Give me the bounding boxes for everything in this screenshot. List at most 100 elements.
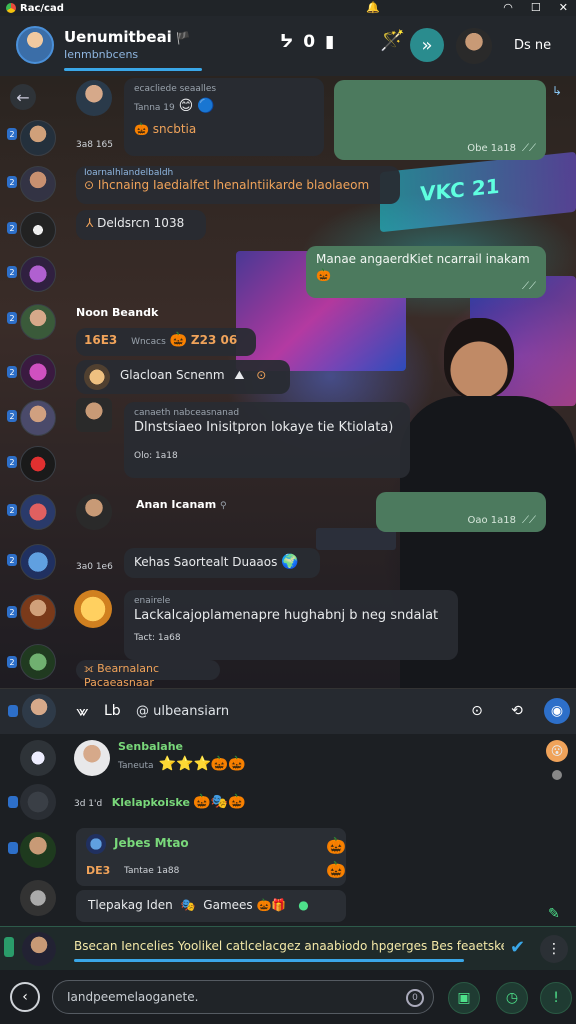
user-avatar[interactable] [22, 694, 56, 728]
rail-badge: 2 [7, 222, 17, 234]
member-avatar[interactable] [20, 446, 56, 482]
live-badge [4, 937, 14, 957]
sticker-icon[interactable]: 🪄 [380, 28, 405, 52]
conversation-avatar[interactable] [74, 740, 110, 776]
member-avatar[interactable] [20, 494, 56, 530]
rail-badge: 2 [7, 656, 17, 668]
now-playing-text: Bsecan Iencelies Yoolikel catlcelacgez a… [74, 939, 504, 953]
rail-badge: 2 [7, 606, 17, 618]
message-bubble[interactable]: Kehas Saortealt Duaaos 🌍 [124, 548, 320, 578]
member-avatar[interactable] [20, 256, 56, 292]
message-input[interactable] [52, 980, 434, 1014]
status-dot-icon [552, 770, 562, 780]
message-bubble[interactable]: ⟗ Bearnalanc Pacaeasnaar [76, 660, 220, 688]
chat-title[interactable]: Uenumitbeai 🏴 [64, 28, 191, 46]
chat-header: Uenumitbeai 🏴 Ienmbnbcens ᔭ 0 ▮ 🪄 » Ds ne [0, 16, 576, 76]
search-query[interactable]: @ ulbeansiarn [136, 704, 229, 719]
member-avatar[interactable] [20, 120, 56, 156]
maximize-icon[interactable]: ☐ [531, 1, 541, 14]
reaction-icon[interactable]: 😮 [546, 740, 568, 762]
conversation-list[interactable]: Senbalahe Taneuta ⭐⭐⭐🎃🎃 😮 3d 1'd Klelapk… [0, 734, 576, 926]
more-icon[interactable]: ⋮ [540, 935, 568, 963]
member-avatar[interactable] [20, 166, 56, 202]
close-icon[interactable]: ✕ [559, 1, 568, 14]
done-button[interactable]: Ds ne [514, 38, 551, 53]
check-icon[interactable]: ✔ [510, 937, 525, 958]
message-composer: ‹ 0 ▣ ◷ ! [0, 970, 576, 1024]
conversation-card[interactable]: Tlepakag Iden 🎭 Gamees 🎃🎁 ● [76, 890, 346, 922]
command-icon[interactable]: ⩖ [76, 701, 89, 721]
message-avatar[interactable] [74, 590, 112, 628]
member-rail: ← 2 2 2 2 2 2 2 2 2 2 2 2 [0, 76, 64, 688]
message-thumbnail [84, 364, 110, 390]
search-bar: ⩖ Lb @ ulbeansiarn ⊙ ⟲ ◉ [0, 688, 576, 734]
reaction-icon[interactable]: ↳ [552, 84, 562, 98]
message-bubble[interactable]: enairele Lackalcajoplamenapre hughabnj b… [124, 590, 458, 660]
emoji-icon[interactable]: 0 [406, 989, 424, 1007]
member-avatar[interactable] [20, 644, 56, 680]
video-call-icon[interactable]: 0 [303, 32, 315, 52]
member-avatar[interactable] [20, 304, 56, 340]
rail-badge: 2 [7, 504, 17, 516]
message-avatar[interactable] [76, 494, 112, 530]
record-icon[interactable]: ⊙ [466, 700, 488, 722]
message-bubble[interactable]: ⅄ Deldsrcn 1038 [76, 210, 206, 240]
message-bubble[interactable]: canaeth nabceasnanad Dlnstsiaeo Inisitpr… [124, 402, 410, 478]
conversation-item[interactable]: Senbalahe Taneuta ⭐⭐⭐🎃🎃 [118, 740, 246, 772]
rail-badge: 2 [7, 456, 17, 468]
rail-badge: 2 [7, 176, 17, 188]
rail-badge [8, 705, 18, 717]
rail-badge: 2 [7, 128, 17, 140]
send-button[interactable]: ! [540, 982, 572, 1014]
account-icon[interactable]: ◉ [544, 698, 570, 724]
now-playing-avatar[interactable] [22, 932, 56, 966]
member-avatar[interactable] [20, 544, 56, 580]
read-receipt-icon: ⟋⟋ [522, 281, 536, 292]
message-bubble-outgoing[interactable]: Oao 1a18 ⟋⟋ [376, 492, 546, 532]
next-button[interactable]: » [410, 28, 444, 62]
media-button[interactable]: ▣ [448, 982, 480, 1014]
message-bubble[interactable]: Glacloan Scnenm ⛰ ⊙ [76, 360, 290, 394]
message-bubble-outgoing[interactable]: Manae angaerdKiet ncarrail inakam 🎃 ⟋⟋ [306, 246, 546, 298]
conversation-avatar[interactable] [20, 784, 56, 820]
voice-call-icon[interactable]: ᔭ [280, 32, 293, 52]
message-bubble[interactable]: 16E3 Wncacs 🎃 Z23 06 [76, 328, 256, 356]
edit-icon[interactable]: ✎ [548, 906, 560, 922]
message-list[interactable]: VKC 21 ← 2 2 2 2 2 2 2 2 2 2 2 2 ecaclie… [0, 76, 576, 688]
progress-bar[interactable] [74, 959, 464, 962]
member-avatar[interactable] [20, 594, 56, 630]
sender-name: Noon Beandk [76, 306, 159, 319]
back-arrow-icon[interactable]: ← [10, 84, 36, 110]
message-time: 3a8 165 [76, 140, 114, 150]
rail-badge: 2 [7, 410, 17, 422]
rail-badge [8, 842, 18, 854]
conversation-card[interactable]: Jebes Mtao DE3 Tantae 1a88 🎃 🎃 [76, 828, 346, 886]
back-icon[interactable]: ‹ [10, 982, 40, 1012]
message-bubble-outgoing[interactable]: Obe 1a18 ⟋⟋ [334, 80, 546, 160]
read-receipt-icon: ⟋⟋ [522, 143, 536, 154]
message-bubble[interactable]: ecacliede seaalles Tanna 19 😊 🔵 🎃 sncbti… [124, 78, 324, 156]
group-avatar[interactable] [16, 26, 54, 64]
message-avatar[interactable] [76, 398, 112, 432]
timer-button[interactable]: ◷ [496, 982, 528, 1014]
now-playing-bar[interactable]: Bsecan Iencelies Yoolikel catlcelacgez a… [0, 926, 576, 970]
member-avatar[interactable] [20, 212, 56, 248]
rail-badge: 2 [7, 554, 17, 566]
message-bubble[interactable]: Ioarnalhlandelbaldh ⊙ Ihcnaing Iaedialfe… [76, 166, 400, 204]
notification-icon: 🔔 [366, 1, 380, 14]
refresh-icon[interactable]: ⟲ [506, 700, 528, 722]
menu-icon[interactable]: ▮ [325, 32, 334, 52]
profile-avatar[interactable] [456, 28, 492, 64]
conversation-item[interactable]: 3d 1'd Klelapkoiske 🎃🎭🎃 [74, 794, 246, 810]
globe-icon: 🌍 [281, 554, 299, 570]
active-tab-indicator [64, 68, 202, 71]
conversation-avatar[interactable] [20, 740, 56, 776]
message-avatar[interactable] [76, 80, 112, 116]
member-avatar[interactable] [20, 400, 56, 436]
conversation-avatar[interactable] [20, 832, 56, 868]
rail-badge: 2 [7, 312, 17, 324]
read-receipt-icon: ⟋⟋ [522, 515, 536, 526]
conversation-avatar[interactable] [20, 880, 56, 916]
member-avatar[interactable] [20, 354, 56, 390]
message-time: 3a0 1e6 [76, 562, 113, 572]
